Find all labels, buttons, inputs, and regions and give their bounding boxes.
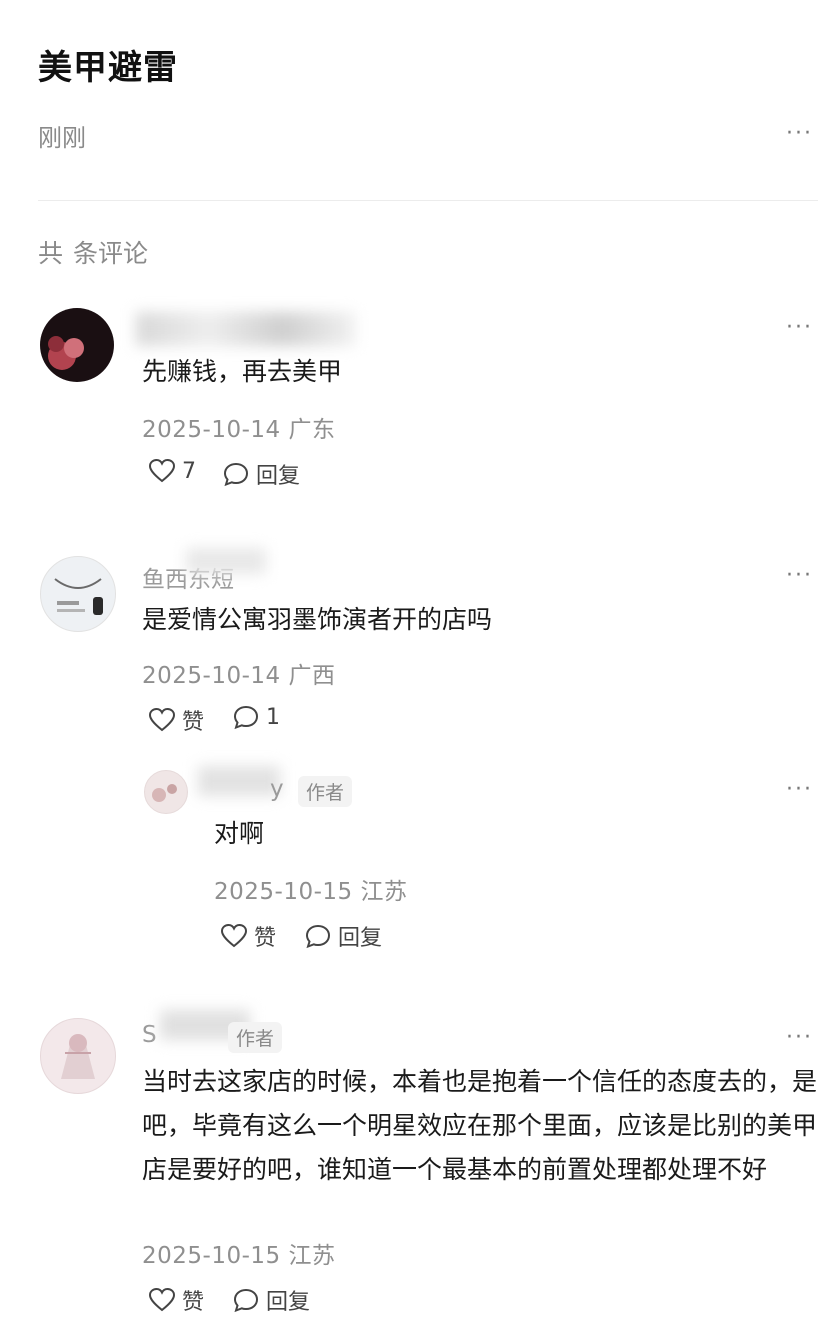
avatar[interactable] [40,556,116,632]
divider [38,200,818,201]
comment-meta: 2025-10-15 江苏 [142,1243,336,1269]
comment-count-suffix: 条评论 [73,239,149,268]
reply-label: 回复 [266,1290,311,1315]
post-more-button[interactable]: ··· [786,123,813,145]
comment-more-button[interactable]: ··· [786,565,813,587]
heart-icon [148,1287,176,1312]
username-redacted[interactable] [136,312,356,346]
reply-button[interactable]: 回复 [232,1284,310,1316]
comment-bubble-icon [233,1288,259,1313]
reply-label: 回复 [256,464,301,489]
like-button[interactable]: 7 [148,458,196,484]
comment-more-button[interactable]: ··· [786,317,813,339]
username-redacted [186,548,266,574]
comment-bubble-icon [233,705,259,730]
comment-count: 共条评论 [38,234,158,270]
heart-icon [220,923,248,948]
heart-icon [148,458,176,483]
like-button[interactable]: 赞 [220,920,276,952]
username-redacted [198,766,280,796]
reply-button[interactable]: 回复 [304,920,382,952]
like-button[interactable]: 赞 [148,1284,204,1316]
avatar-image [152,784,177,802]
comment-text: 是爱情公寓羽墨饰演者开的店吗 [142,605,493,634]
comment-count-prefix: 共 [38,239,64,268]
like-label: 赞 [182,710,205,735]
reply-button[interactable]: 1 [232,704,280,730]
reply-label: 回复 [338,926,383,951]
comment-meta: 2025-10-14 广东 [142,417,336,443]
post-time: 刚刚 [38,124,86,152]
reply-button[interactable]: 回复 [222,458,300,490]
comment-meta: 2025-10-15 江苏 [214,879,408,905]
reply-count: 1 [266,704,280,730]
comment-bubble-icon [305,924,331,949]
like-count: 7 [182,458,196,484]
username[interactable]: S [142,1022,157,1048]
like-label: 赞 [254,926,277,951]
post-title: 美甲避雷 [38,48,178,88]
avatar-image [61,1034,95,1079]
avatar-image [48,336,84,370]
username[interactable]: y [270,776,284,802]
avatar[interactable] [40,1018,116,1094]
comment-meta: 2025-10-14 广西 [142,663,336,689]
comment-text: 先赚钱，再去美甲 [142,357,343,386]
comment-text: 对啊 [214,819,265,848]
comment-more-button[interactable]: ··· [786,1027,813,1049]
heart-icon [148,707,176,732]
author-badge: 作者 [228,1022,283,1053]
avatar[interactable] [40,308,114,382]
avatar[interactable] [144,770,188,814]
comment-text: 当时去这家店的时候，本着也是抱着一个信任的态度去的，是吧，毕竟有这么一个明星效应… [142,1067,818,1184]
like-label: 赞 [182,1290,205,1315]
comment-bubble-icon [223,462,249,487]
author-badge: 作者 [298,776,353,807]
like-button[interactable]: 赞 [148,704,204,736]
comment-more-button[interactable]: ··· [786,779,813,801]
avatar-image [54,578,103,615]
